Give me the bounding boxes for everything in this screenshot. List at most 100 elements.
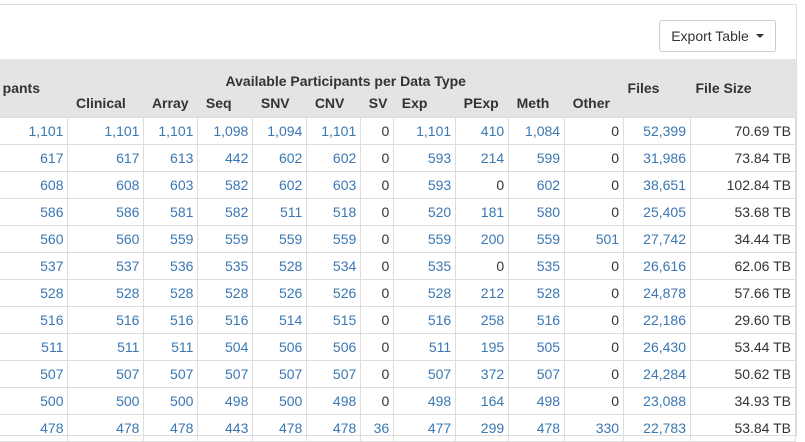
cell-link[interactable]: 516 <box>537 312 560 328</box>
cell-link[interactable]: 580 <box>537 204 560 220</box>
cell-link[interactable]: 528 <box>225 285 248 301</box>
cell-link[interactable]: 613 <box>170 150 193 166</box>
cell-link[interactable]: 511 <box>117 339 139 355</box>
participants-header[interactable]: pants <box>0 59 68 118</box>
cell-link[interactable]: 504 <box>225 339 248 355</box>
cell-link[interactable]: 559 <box>333 231 356 247</box>
cell-link[interactable]: 164 <box>481 393 504 409</box>
cell-link[interactable]: 602 <box>333 150 356 166</box>
cell-link[interactable]: 52,399 <box>643 123 686 139</box>
cell-link[interactable]: 581 <box>170 204 193 220</box>
file-size-header[interactable]: File Size <box>690 59 796 118</box>
cell-link[interactable]: 507 <box>428 366 451 382</box>
cell-link[interactable]: 526 <box>279 285 302 301</box>
cell-link[interactable]: 478 <box>170 420 193 436</box>
snv-header[interactable]: SNV <box>252 89 307 118</box>
cell-link[interactable]: 560 <box>40 231 63 247</box>
cell-link[interactable]: 593 <box>428 150 451 166</box>
cell-link[interactable]: 38,651 <box>643 177 686 193</box>
cell-link[interactable]: 608 <box>116 177 139 193</box>
cell-link[interactable]: 511 <box>171 339 193 355</box>
cell-link[interactable]: 200 <box>481 231 504 247</box>
meth-header[interactable]: Meth <box>508 89 565 118</box>
cell-link[interactable]: 478 <box>116 420 139 436</box>
cell-link[interactable]: 23,088 <box>643 393 686 409</box>
cell-link[interactable]: 535 <box>428 258 451 274</box>
cell-link[interactable]: 537 <box>116 258 139 274</box>
cell-link[interactable]: 526 <box>333 285 356 301</box>
cell-link[interactable]: 528 <box>279 258 302 274</box>
cell-link[interactable]: 1,101 <box>416 123 451 139</box>
cell-link[interactable]: 478 <box>333 420 356 436</box>
cell-link[interactable]: 36 <box>374 420 390 436</box>
cell-link[interactable]: 560 <box>116 231 139 247</box>
cell-link[interactable]: 26,430 <box>643 339 686 355</box>
cell-link[interactable]: 536 <box>170 258 193 274</box>
cell-link[interactable]: 507 <box>279 366 302 382</box>
cell-link[interactable]: 507 <box>333 366 356 382</box>
cell-link[interactable]: 1,101 <box>28 123 63 139</box>
seq-header[interactable]: Seq <box>197 89 253 118</box>
cell-link[interactable]: 507 <box>40 366 63 382</box>
cell-link[interactable]: 31,986 <box>643 150 686 166</box>
cell-link[interactable]: 511 <box>429 339 451 355</box>
cell-link[interactable]: 514 <box>279 312 302 328</box>
cell-link[interactable]: 586 <box>40 204 63 220</box>
clinical-header[interactable]: Clinical <box>67 89 144 118</box>
cell-link[interactable]: 478 <box>279 420 302 436</box>
cell-link[interactable]: 528 <box>537 285 560 301</box>
cell-link[interactable]: 1,101 <box>158 123 193 139</box>
cell-link[interactable]: 586 <box>116 204 139 220</box>
cell-link[interactable]: 214 <box>481 150 504 166</box>
cell-link[interactable]: 498 <box>537 393 560 409</box>
cell-link[interactable]: 501 <box>596 231 619 247</box>
cell-link[interactable]: 478 <box>40 420 63 436</box>
cell-link[interactable]: 258 <box>481 312 504 328</box>
cell-link[interactable]: 593 <box>428 177 451 193</box>
sv-header[interactable]: SV <box>360 89 394 118</box>
array-header[interactable]: Array <box>143 89 198 118</box>
cell-link[interactable]: 559 <box>537 231 560 247</box>
cell-link[interactable]: 559 <box>279 231 302 247</box>
cell-link[interactable]: 330 <box>596 420 619 436</box>
cell-link[interactable]: 617 <box>116 150 139 166</box>
cell-link[interactable]: 500 <box>279 393 302 409</box>
cell-link[interactable]: 535 <box>225 258 248 274</box>
cnv-header[interactable]: CNV <box>306 89 361 118</box>
cell-link[interactable]: 505 <box>537 339 560 355</box>
cell-link[interactable]: 1,098 <box>213 123 248 139</box>
cell-link[interactable]: 477 <box>428 420 451 436</box>
cell-link[interactable]: 534 <box>333 258 356 274</box>
cell-link[interactable]: 516 <box>428 312 451 328</box>
cell-link[interactable]: 559 <box>225 231 248 247</box>
cell-link[interactable]: 507 <box>225 366 248 382</box>
cell-link[interactable]: 559 <box>428 231 451 247</box>
cell-link[interactable]: 528 <box>170 285 193 301</box>
cell-link[interactable]: 507 <box>170 366 193 382</box>
cell-link[interactable]: 498 <box>333 393 356 409</box>
cell-link[interactable]: 443 <box>225 420 248 436</box>
cell-link[interactable]: 22,783 <box>643 420 686 436</box>
cell-link[interactable]: 500 <box>40 393 63 409</box>
cell-link[interactable]: 516 <box>40 312 63 328</box>
cell-link[interactable]: 442 <box>225 150 248 166</box>
cell-link[interactable]: 511 <box>41 339 63 355</box>
cell-link[interactable]: 195 <box>481 339 504 355</box>
cell-link[interactable]: 24,878 <box>643 285 686 301</box>
cell-link[interactable]: 582 <box>225 177 248 193</box>
cell-link[interactable]: 516 <box>225 312 248 328</box>
cell-link[interactable]: 507 <box>116 366 139 382</box>
cell-link[interactable]: 537 <box>40 258 63 274</box>
cell-link[interactable]: 500 <box>170 393 193 409</box>
cell-link[interactable]: 511 <box>280 204 302 220</box>
cell-link[interactable]: 608 <box>40 177 63 193</box>
cell-link[interactable]: 599 <box>537 150 560 166</box>
cell-link[interactable]: 515 <box>333 312 356 328</box>
cell-link[interactable]: 372 <box>481 366 504 382</box>
cell-link[interactable]: 299 <box>481 420 504 436</box>
cell-link[interactable]: 516 <box>116 312 139 328</box>
cell-link[interactable]: 27,742 <box>643 231 686 247</box>
export-table-button[interactable]: Export Table <box>659 20 776 52</box>
cell-link[interactable]: 410 <box>481 123 504 139</box>
cell-link[interactable]: 1,101 <box>321 123 356 139</box>
